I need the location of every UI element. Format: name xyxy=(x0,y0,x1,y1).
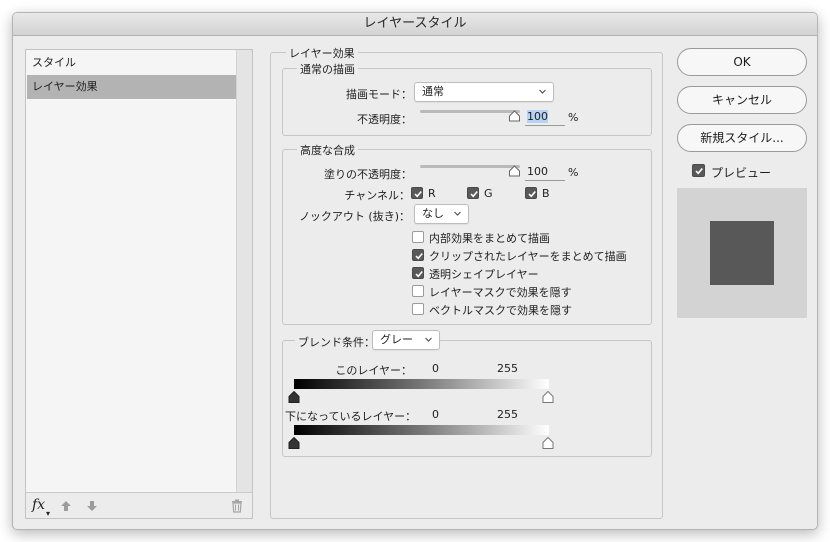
option-layer-mask-hides-label: レイヤーマスクで効果を隠す xyxy=(429,286,572,299)
knockout-value: なし xyxy=(422,207,444,220)
underlying-layer-max: 255 xyxy=(497,408,518,421)
opacity-unit: % xyxy=(568,111,579,124)
channel-b-checkbox[interactable] xyxy=(525,187,537,199)
knockout-label: ノックアウト (抜き)： xyxy=(299,210,410,223)
opacity-input[interactable]: 100 xyxy=(525,109,565,126)
fill-opacity-unit: % xyxy=(568,166,579,179)
ok-button[interactable]: OK xyxy=(677,48,807,76)
fx-menu-button[interactable]: fx ▾ xyxy=(32,497,50,518)
checkmark-icon xyxy=(695,167,703,175)
layer-effects-title: レイヤー効果 xyxy=(286,45,358,61)
style-list: スタイル レイヤー効果 fx ▾ xyxy=(25,49,253,519)
channel-g-checkbox[interactable] xyxy=(467,187,479,199)
channel-r-label: R xyxy=(428,187,436,200)
blend-if-select[interactable]: グレー xyxy=(372,330,440,350)
option-internal-effects-checkbox[interactable] xyxy=(412,231,424,243)
opacity-value: 100 xyxy=(527,110,548,123)
this-layer-label: このレイヤー： xyxy=(335,364,412,377)
option-clipped-layers-label: クリップされたレイヤーをまとめて描画 xyxy=(429,250,627,263)
fill-opacity-slider-thumb[interactable] xyxy=(508,165,521,177)
fill-opacity-label: 塗りの不透明度： xyxy=(324,168,412,181)
window-title: レイヤースタイル xyxy=(13,13,817,36)
style-list-footer: fx ▾ xyxy=(26,492,252,518)
style-list-scrollbar[interactable] xyxy=(236,50,252,492)
checkmark-icon xyxy=(528,190,536,198)
opacity-slider-thumb[interactable] xyxy=(508,110,521,122)
underlying-layer-min: 0 xyxy=(432,408,439,421)
style-preview xyxy=(677,188,807,318)
underlying-layer-white-thumb[interactable] xyxy=(542,437,554,449)
this-layer-white-thumb[interactable] xyxy=(542,391,554,403)
normal-blend-group: 通常の描画 xyxy=(282,61,652,136)
chevron-down-icon xyxy=(425,337,432,342)
normal-blend-title: 通常の描画 xyxy=(297,61,358,77)
new-style-button[interactable]: 新規スタイル... xyxy=(677,124,807,152)
move-up-icon[interactable] xyxy=(58,498,74,514)
option-vector-mask-hides-checkbox[interactable] xyxy=(412,303,424,315)
blend-if-value: グレー xyxy=(380,333,413,346)
option-layer-mask-hides-checkbox[interactable] xyxy=(412,285,424,297)
option-transparency-shapes-label: 透明シェイプレイヤー xyxy=(429,268,539,281)
blend-mode-value: 通常 xyxy=(422,85,444,98)
this-layer-black-thumb[interactable] xyxy=(288,391,300,403)
blend-mode-label: 描画モード： xyxy=(346,88,412,101)
preview-label: プレビュー xyxy=(711,166,772,180)
preview-swatch xyxy=(710,221,774,285)
fx-label: fx xyxy=(32,497,46,513)
channel-b-label: B xyxy=(542,187,550,200)
underlying-layer-gradient xyxy=(294,425,549,435)
this-layer-min: 0 xyxy=(432,362,439,375)
this-layer-gradient xyxy=(294,379,549,389)
underlying-layer-black-thumb[interactable] xyxy=(288,437,300,449)
checkmark-icon xyxy=(470,190,478,198)
chevron-down-icon xyxy=(454,211,461,216)
opacity-label: 不透明度： xyxy=(357,113,412,126)
option-clipped-layers-checkbox[interactable] xyxy=(412,249,424,261)
advanced-blend-title: 高度な合成 xyxy=(297,142,358,158)
blend-if-group xyxy=(282,340,652,457)
blend-if-label: ブレンド条件： xyxy=(295,334,378,350)
checkmark-icon xyxy=(415,270,423,278)
checkmark-icon xyxy=(415,252,423,260)
option-vector-mask-hides-label: ベクトルマスクで効果を隠す xyxy=(429,304,572,317)
blend-mode-select[interactable]: 通常 xyxy=(414,82,554,102)
cancel-button[interactable]: キャンセル xyxy=(677,86,807,114)
layer-style-dialog: レイヤースタイル スタイル レイヤー効果 fx ▾ レイヤー効果 通常の描画 描… xyxy=(12,12,818,530)
chevron-down-icon xyxy=(539,89,546,94)
fx-caret: ▾ xyxy=(46,509,51,518)
underlying-layer-label: 下になっているレイヤー： xyxy=(285,410,417,423)
sidebar-item-layer-effects[interactable]: レイヤー効果 xyxy=(27,75,236,99)
trash-icon[interactable] xyxy=(229,498,245,514)
channels-label: チャンネル： xyxy=(344,189,410,202)
channel-r-checkbox[interactable] xyxy=(411,187,423,199)
preview-checkbox[interactable] xyxy=(692,164,705,177)
move-down-icon[interactable] xyxy=(84,498,100,514)
option-transparency-shapes-checkbox[interactable] xyxy=(412,267,424,279)
fill-opacity-value: 100 xyxy=(527,165,548,178)
opacity-slider-track[interactable] xyxy=(420,110,520,113)
fill-opacity-input[interactable]: 100 xyxy=(525,164,565,181)
channel-g-label: G xyxy=(484,187,493,200)
checkmark-icon xyxy=(414,190,422,198)
option-internal-effects-label: 内部効果をまとめて描画 xyxy=(429,232,550,245)
fill-opacity-slider-track[interactable] xyxy=(420,165,520,168)
knockout-select[interactable]: なし xyxy=(414,204,469,224)
this-layer-max: 255 xyxy=(497,362,518,375)
sidebar-item-style[interactable]: スタイル xyxy=(27,51,236,75)
